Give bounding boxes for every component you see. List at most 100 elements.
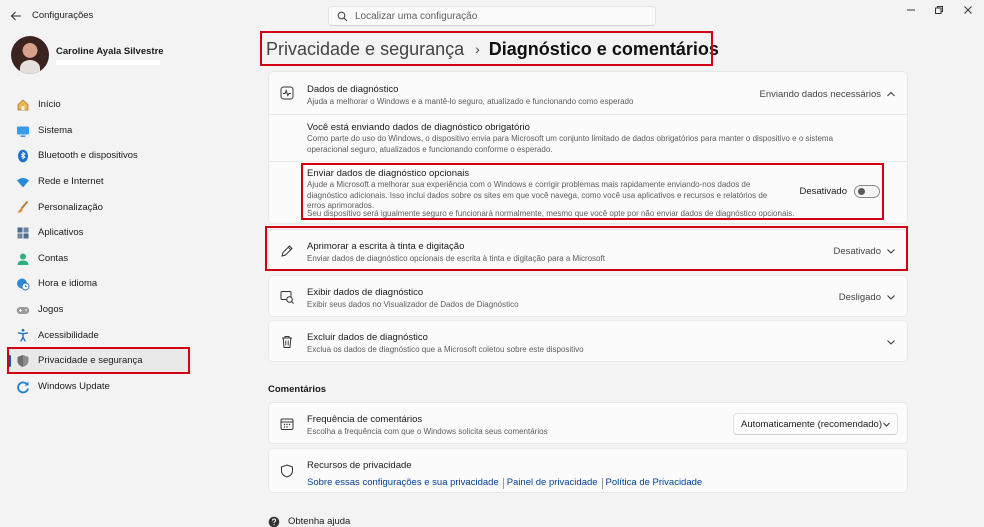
view-diagnostic-data-card[interactable]: Exibir dados de diagnóstico Exibir seus … bbox=[268, 275, 908, 317]
feedback-frequency-title: Frequência de comentários bbox=[307, 414, 423, 425]
sidebar-item-label: Acessibilidade bbox=[38, 329, 99, 341]
sidebar-item-label: Rede e Internet bbox=[38, 176, 104, 188]
shield-icon bbox=[16, 354, 30, 368]
optional-data-toggle[interactable] bbox=[854, 185, 880, 198]
pulse-icon bbox=[280, 86, 294, 100]
feedback-frequency-dropdown[interactable]: Automaticamente (recomendado) bbox=[733, 413, 898, 435]
help-icon bbox=[268, 516, 280, 527]
required-data-desc: Como parte do uso do Windows, o disposit… bbox=[307, 134, 834, 154]
brush-icon bbox=[16, 200, 30, 214]
calendar-icon bbox=[280, 417, 294, 431]
divider bbox=[269, 161, 907, 162]
get-help-label: Obtenha ajuda bbox=[288, 516, 351, 527]
sidebar-item-label: Aplicativos bbox=[38, 227, 84, 239]
view-diagnostic-data-desc: Exibir seus dados no Visualizador de Dad… bbox=[307, 300, 519, 309]
back-button[interactable] bbox=[8, 8, 24, 24]
diagnostic-data-card: Dados de diagnóstico Ajuda a melhorar o … bbox=[268, 71, 908, 224]
close-button[interactable] bbox=[955, 3, 981, 17]
clock-globe-icon bbox=[16, 277, 30, 291]
feedback-section-heading: Comentários bbox=[268, 384, 327, 395]
link-separator bbox=[502, 478, 504, 489]
update-icon bbox=[16, 380, 30, 394]
sidebar-item-label: Sistema bbox=[38, 124, 73, 136]
minimize-button[interactable] bbox=[898, 3, 924, 17]
breadcrumb: Privacidade e segurança › Diagnóstico e … bbox=[266, 36, 719, 62]
search-icon bbox=[337, 11, 348, 22]
optional-data-toggle-label: Desativado bbox=[799, 186, 847, 197]
chevron-down-icon[interactable] bbox=[885, 291, 897, 303]
privacy-links: Sobre essas configurações e sua privacid… bbox=[307, 477, 702, 489]
chevron-up-icon[interactable] bbox=[885, 88, 897, 100]
optional-data-note: Seu dispositivo será igualmente seguro e… bbox=[307, 209, 795, 218]
privacy-resources-card: Recursos de privacidade Sobre essas conf… bbox=[268, 448, 908, 493]
chevron-down-icon[interactable] bbox=[885, 336, 897, 348]
person-icon bbox=[16, 252, 30, 266]
sidebar-nav: Início Sistema Bluetooth e dispositivos … bbox=[8, 92, 192, 399]
sidebar-item-contas[interactable]: Contas bbox=[8, 246, 192, 272]
delete-diagnostic-data-card[interactable]: Excluir dados de diagnóstico Exclua os d… bbox=[268, 320, 908, 362]
wifi-icon bbox=[16, 175, 30, 189]
diagnostic-data-title: Dados de diagnóstico bbox=[307, 84, 399, 95]
sidebar-item-label: Contas bbox=[38, 252, 69, 264]
toggle-knob bbox=[858, 188, 865, 195]
sidebar-item-label: Privacidade e segurança bbox=[38, 355, 143, 367]
sidebar-item-rede[interactable]: Rede e Internet bbox=[8, 169, 192, 195]
app-title: Configurações bbox=[32, 10, 94, 21]
inking-typing-status: Desativado bbox=[833, 246, 881, 257]
view-data-icon bbox=[280, 290, 294, 304]
search-input[interactable] bbox=[355, 8, 645, 24]
sidebar-item-hora-idioma[interactable]: Hora e idioma bbox=[8, 271, 192, 297]
trash-icon bbox=[280, 335, 294, 349]
sidebar-item-windows-update[interactable]: Windows Update bbox=[8, 374, 192, 400]
sidebar-item-label: Windows Update bbox=[38, 380, 110, 392]
sidebar-item-bluetooth[interactable]: Bluetooth e dispositivos bbox=[8, 143, 192, 169]
sidebar-item-label: Início bbox=[38, 99, 61, 111]
view-diagnostic-data-title: Exibir dados de diagnóstico bbox=[307, 287, 424, 298]
privacy-policy-link[interactable]: Política de Privacidade bbox=[606, 477, 703, 489]
sidebar-item-label: Hora e idioma bbox=[38, 278, 98, 290]
search-box[interactable] bbox=[328, 6, 656, 26]
privacy-settings-link[interactable]: Sobre essas configurações e sua privacid… bbox=[307, 477, 499, 489]
chevron-down-icon bbox=[882, 420, 891, 429]
diagnostic-data-status: Enviando dados necessários bbox=[759, 89, 881, 100]
inking-typing-card[interactable]: Aprimorar a escrita à tinta e digitação … bbox=[268, 229, 908, 271]
sidebar-item-acessibilidade[interactable]: Acessibilidade bbox=[8, 322, 192, 348]
optional-data-title: Enviar dados de diagnóstico opcionais bbox=[307, 168, 470, 179]
view-diagnostic-data-status: Desligado bbox=[838, 292, 881, 303]
delete-diagnostic-data-desc: Exclua os dados de diagnóstico que a Mic… bbox=[307, 345, 584, 354]
close-icon bbox=[964, 6, 972, 14]
feedback-frequency-value: Automaticamente (recomendado) bbox=[741, 419, 882, 430]
sidebar-item-label: Bluetooth e dispositivos bbox=[38, 150, 138, 162]
sidebar-item-sistema[interactable]: Sistema bbox=[8, 118, 192, 144]
page-title: Diagnóstico e comentários bbox=[488, 38, 719, 59]
home-icon bbox=[16, 98, 30, 112]
inking-typing-title: Aprimorar a escrita à tinta e digitação bbox=[307, 241, 465, 252]
sidebar-item-inicio[interactable]: Início bbox=[8, 92, 192, 118]
maximize-button[interactable] bbox=[926, 3, 952, 17]
diagnostic-data-desc: Ajuda a melhorar o Windows e a mantê-lo … bbox=[307, 97, 634, 106]
sidebar-item-aplicativos[interactable]: Aplicativos bbox=[8, 220, 192, 246]
pen-icon bbox=[280, 244, 294, 258]
link-separator bbox=[601, 478, 603, 489]
sidebar-item-label: Personalização bbox=[38, 201, 103, 213]
shield-outline-icon bbox=[280, 464, 294, 478]
user-name: Caroline Ayala Silvestre bbox=[56, 46, 164, 57]
sidebar-item-label: Jogos bbox=[38, 304, 64, 316]
sidebar-item-privacidade[interactable]: Privacidade e segurança bbox=[8, 347, 192, 374]
sidebar-item-jogos[interactable]: Jogos bbox=[8, 297, 192, 323]
avatar[interactable] bbox=[11, 36, 49, 74]
breadcrumb-separator: › bbox=[475, 41, 480, 57]
delete-diagnostic-data-title: Excluir dados de diagnóstico bbox=[307, 332, 428, 343]
breadcrumb-parent-link[interactable]: Privacidade e segurança bbox=[266, 39, 464, 60]
chevron-down-icon[interactable] bbox=[885, 245, 897, 257]
minimize-icon bbox=[907, 9, 915, 11]
inking-typing-desc: Enviar dados de diagnóstico opcionais de… bbox=[307, 254, 605, 263]
privacy-dashboard-link[interactable]: Painel de privacidade bbox=[507, 477, 598, 489]
monitor-icon bbox=[16, 124, 30, 138]
bluetooth-icon bbox=[16, 149, 30, 163]
feedback-frequency-desc: Escolha a frequência com que o Windows s… bbox=[307, 427, 548, 436]
user-email-redacted bbox=[56, 60, 160, 65]
sidebar-item-personalizacao[interactable]: Personalização bbox=[8, 194, 192, 220]
privacy-resources-title: Recursos de privacidade bbox=[307, 460, 412, 471]
diagnostic-data-header[interactable]: Dados de diagnóstico Ajuda a melhorar o … bbox=[269, 72, 907, 114]
